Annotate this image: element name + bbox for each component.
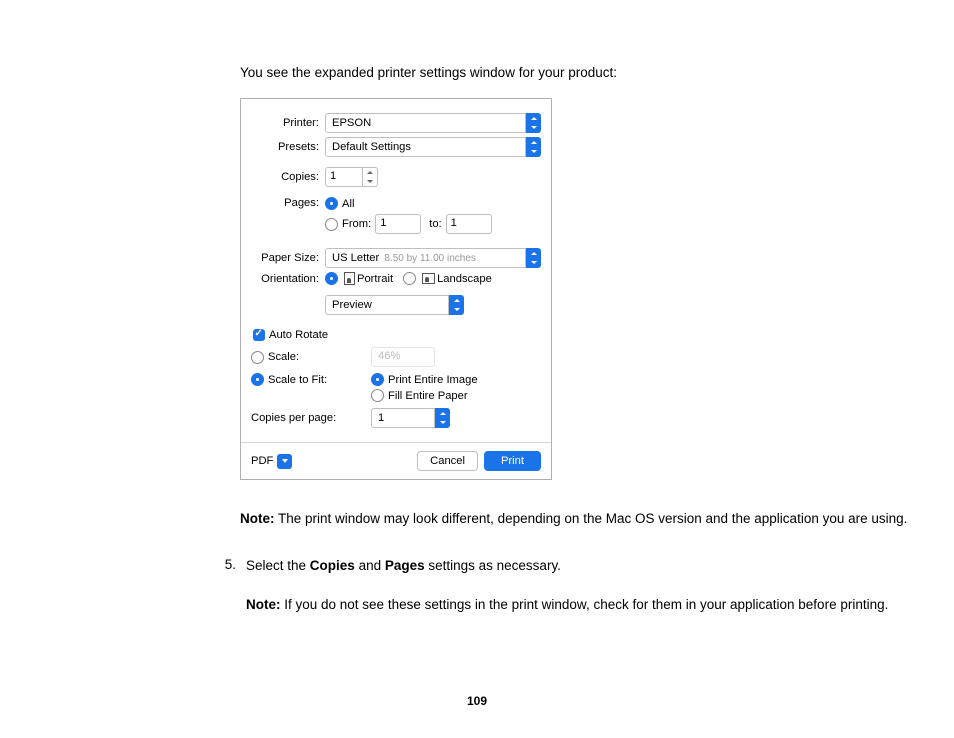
note-1: Note: The print window may look differen…	[240, 510, 914, 529]
portrait-icon	[344, 272, 355, 285]
scale-input[interactable]: 46%	[371, 347, 435, 367]
dropdown-icon	[526, 113, 541, 133]
landscape-label: Landscape	[437, 273, 492, 285]
dropdown-icon	[435, 408, 450, 428]
pdf-label: PDF	[251, 455, 273, 467]
paper-size-label: Paper Size:	[251, 252, 319, 264]
pages-all-radio[interactable]	[325, 197, 338, 210]
auto-rotate-checkbox[interactable]	[253, 329, 265, 341]
dropdown-icon	[526, 137, 541, 157]
printer-label: Printer:	[251, 117, 319, 129]
print-dialog: Printer: EPSON Presets: Default Settings…	[240, 98, 552, 480]
copies-label: Copies:	[251, 171, 319, 183]
print-entire-label: Print Entire Image	[388, 374, 478, 386]
step-text: Select the Copies and Pages settings as …	[246, 557, 914, 576]
orientation-portrait-radio[interactable]	[325, 272, 338, 285]
paper-size-select[interactable]: US Letter 8.50 by 11.00 inches	[325, 248, 541, 268]
presets-select[interactable]: Default Settings	[325, 137, 541, 157]
cancel-button[interactable]: Cancel	[417, 451, 478, 471]
copies-per-page-label: Copies per page:	[251, 412, 336, 424]
intro-text: You see the expanded printer settings wi…	[240, 65, 914, 80]
step-number: 5.	[220, 557, 236, 615]
chevron-down-icon	[277, 454, 292, 469]
scale-label: Scale:	[268, 351, 299, 363]
pages-range-radio[interactable]	[325, 218, 338, 231]
note-2: Note: If you do not see these settings i…	[246, 596, 914, 615]
print-button[interactable]: Print	[484, 451, 541, 471]
pages-all-label: All	[342, 198, 354, 210]
auto-rotate-label: Auto Rotate	[269, 329, 328, 341]
page-number: 109	[0, 694, 954, 708]
print-entire-radio[interactable]	[371, 373, 384, 386]
printer-select[interactable]: EPSON	[325, 113, 541, 133]
landscape-icon	[422, 273, 435, 284]
scale-radio[interactable]	[251, 351, 264, 364]
stepper-icon	[363, 167, 378, 187]
pages-to-label: to:	[429, 218, 441, 230]
pane-select[interactable]: Preview	[325, 295, 464, 315]
portrait-label: Portrait	[357, 273, 393, 285]
pages-label: Pages:	[251, 197, 319, 209]
dropdown-icon	[526, 248, 541, 268]
orientation-landscape-radio[interactable]	[403, 272, 416, 285]
scale-to-fit-radio[interactable]	[251, 373, 264, 386]
pages-from-label: From:	[342, 218, 371, 230]
scale-to-fit-label: Scale to Fit:	[268, 374, 327, 386]
copies-stepper[interactable]: 1	[325, 167, 378, 187]
pages-from-input[interactable]: 1	[375, 214, 421, 234]
pdf-menu[interactable]: PDF	[251, 454, 292, 469]
pages-to-input[interactable]: 1	[446, 214, 492, 234]
dropdown-icon	[449, 295, 464, 315]
presets-label: Presets:	[251, 141, 319, 153]
orientation-label: Orientation:	[251, 273, 319, 285]
copies-per-page-select[interactable]: 1	[371, 408, 450, 428]
fill-paper-label: Fill Entire Paper	[388, 390, 468, 402]
fill-paper-radio[interactable]	[371, 389, 384, 402]
